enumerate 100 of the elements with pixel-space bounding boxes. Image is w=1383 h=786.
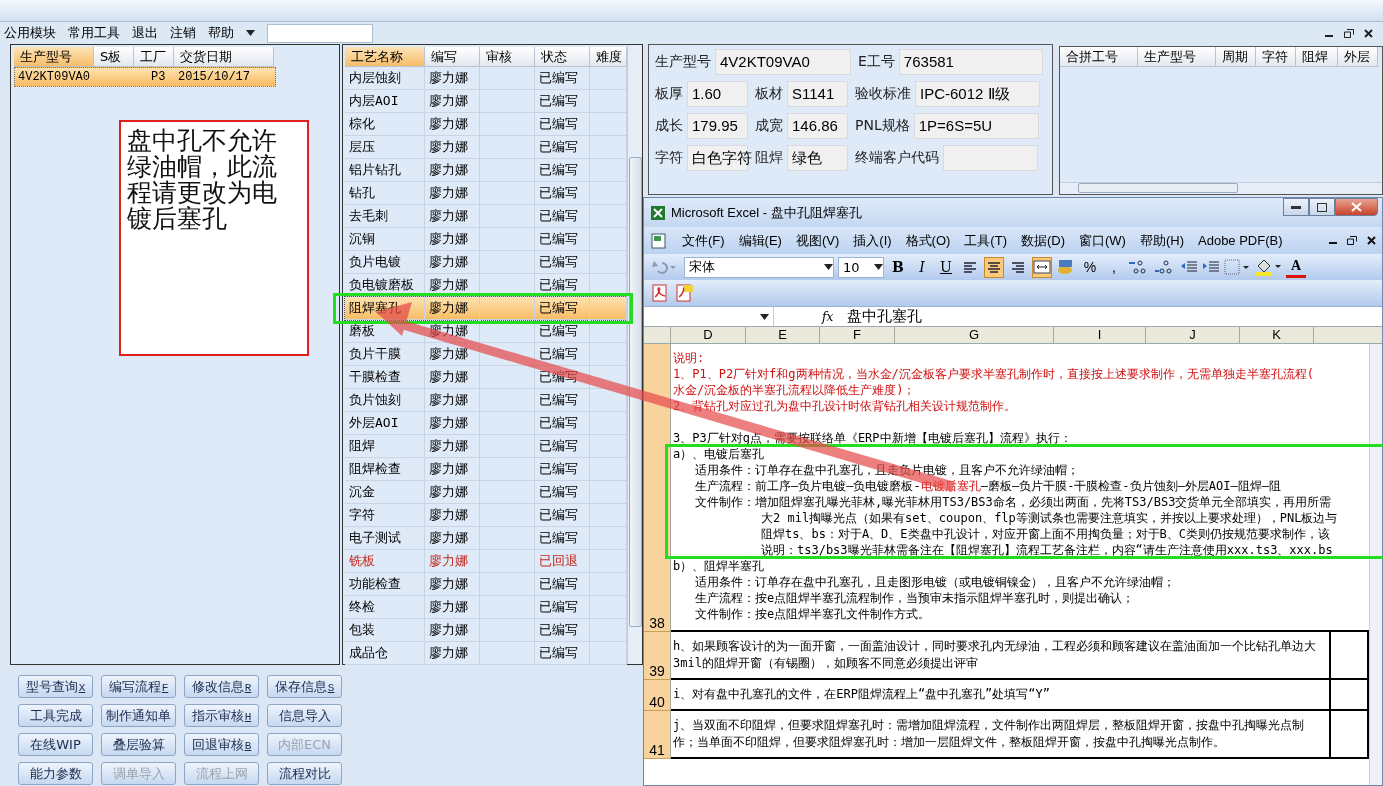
menu-item[interactable]: 公用模块: [4, 24, 56, 42]
process-row[interactable]: 铝片钻孔 廖力娜 已编写: [345, 159, 627, 182]
menu-item[interactable]: 常用工具: [68, 24, 120, 42]
column-header[interactable]: S板: [94, 47, 134, 67]
menu-item[interactable]: 格式(O): [905, 231, 951, 250]
row-header[interactable]: 39: [644, 632, 671, 680]
process-row[interactable]: 沉金 廖力娜 已编写: [345, 481, 627, 504]
menu-item[interactable]: Adobe PDF(B): [1198, 233, 1283, 248]
process-row[interactable]: 包装 廖力娜 已编写: [345, 619, 627, 642]
column-header[interactable]: K: [1240, 327, 1314, 343]
dropdown-caret-icon[interactable]: [246, 30, 255, 36]
column-header[interactable]: E: [746, 327, 820, 343]
pdf-review-icon[interactable]: [674, 284, 694, 302]
process-row[interactable]: 电子测试 廖力娜 已编写: [345, 527, 627, 550]
process-row[interactable]: 成品仓 廖力娜 已编写: [345, 642, 627, 665]
restore-icon[interactable]: [1344, 28, 1354, 38]
column-header[interactable]: 外层: [1338, 47, 1378, 67]
menu-item[interactable]: 视图(V): [795, 231, 840, 250]
action-button[interactable]: 保存信息S: [267, 675, 342, 698]
column-header[interactable]: 工厂: [134, 47, 174, 67]
process-row[interactable]: 内层AOI 廖力娜 已编写: [345, 90, 627, 113]
row-header[interactable]: 38: [644, 344, 671, 632]
caret-icon[interactable]: [824, 264, 833, 270]
column-header[interactable]: 交货日期: [174, 47, 274, 67]
process-row[interactable]: 阻焊检查 廖力娜 已编写: [345, 458, 627, 481]
column-header[interactable]: J: [1146, 327, 1240, 343]
action-button[interactable]: 工具完成: [18, 704, 93, 727]
column-header[interactable]: 生产型号: [14, 47, 94, 67]
process-row[interactable]: 负片电镀 廖力娜 已编写: [345, 251, 627, 274]
format-button[interactable]: U: [936, 256, 956, 278]
pdf-icon[interactable]: [650, 284, 670, 302]
order-row[interactable]: 4V2KT09VA0 P3 2015/10/17: [14, 67, 276, 87]
menu-item[interactable]: 工具(T): [964, 231, 1007, 250]
process-row[interactable]: 层压 廖力娜 已编写: [345, 136, 627, 159]
restore-icon[interactable]: [1347, 236, 1357, 245]
process-row[interactable]: 钻孔 廖力娜 已编写: [345, 182, 627, 205]
process-row[interactable]: 字符 廖力娜 已编写: [345, 504, 627, 527]
process-row[interactable]: 棕化 廖力娜 已编写: [345, 113, 627, 136]
column-header[interactable]: 难度: [590, 47, 627, 67]
action-button[interactable]: 在线WIP: [18, 733, 93, 756]
row-header[interactable]: 40: [644, 680, 671, 711]
close-icon[interactable]: [1367, 236, 1376, 245]
column-header[interactable]: 生产型号: [1138, 47, 1216, 67]
process-row[interactable]: 外层AOI 廖力娜 已编写: [345, 412, 627, 435]
input-field[interactable]: 4V2KT09VA0: [715, 49, 851, 75]
font-select[interactable]: 宋体: [684, 256, 834, 278]
action-button[interactable]: 流程对比: [267, 762, 342, 785]
font-color-button[interactable]: A: [1286, 256, 1306, 278]
align-button[interactable]: [984, 256, 1004, 278]
process-row[interactable]: 铣板 廖力娜 已回退: [345, 550, 627, 573]
maximize-button[interactable]: [1309, 198, 1335, 216]
column-header[interactable]: 合拼工号: [1060, 47, 1138, 67]
close-button[interactable]: [1335, 198, 1378, 216]
column-header[interactable]: 状态: [535, 47, 590, 67]
minimize-button[interactable]: [1283, 198, 1309, 216]
action-button[interactable]: 叠层验算: [101, 733, 176, 756]
action-button[interactable]: 能力参数: [18, 762, 93, 785]
input-field[interactable]: 1.60: [687, 81, 748, 107]
menu-item[interactable]: 插入(I): [853, 231, 892, 250]
input-field[interactable]: 179.95: [687, 113, 748, 139]
input-field[interactable]: [943, 145, 1038, 171]
column-header[interactable]: 工艺名称: [345, 47, 425, 67]
process-row[interactable]: 沉铜 廖力娜 已编写: [345, 228, 627, 251]
input-field[interactable]: 146.86: [787, 113, 848, 139]
menu-item[interactable]: 窗口(W): [1079, 231, 1126, 250]
column-header[interactable]: 审核: [480, 47, 535, 67]
merge-button[interactable]: [1032, 256, 1052, 278]
action-button[interactable]: 修改信息R: [184, 675, 259, 698]
format-button[interactable]: I: [912, 256, 932, 278]
size-select[interactable]: 10: [838, 256, 884, 278]
action-button[interactable]: 回退审核B: [184, 733, 259, 756]
action-button[interactable]: 信息导入: [267, 704, 342, 727]
row-header[interactable]: 41: [644, 711, 671, 759]
input-field[interactable]: 绿色: [787, 145, 848, 171]
outdent-icon[interactable]: [1180, 260, 1198, 274]
menu-item[interactable]: 帮助(H): [1139, 231, 1184, 250]
percent-button[interactable]: %: [1080, 256, 1100, 278]
caret-icon[interactable]: [874, 264, 883, 270]
formula-field[interactable]: 盘中孔塞孔: [847, 307, 923, 326]
process-row[interactable]: 终检 廖力娜 已编写: [345, 596, 627, 619]
process-row[interactable]: 去毛刺 廖力娜 已编写: [345, 205, 627, 228]
input-field[interactable]: 1P=6S=5U: [913, 113, 1039, 139]
format-button[interactable]: B: [888, 256, 908, 278]
indent-icon[interactable]: [1202, 260, 1220, 274]
menu-item[interactable]: 退出: [132, 24, 158, 42]
column-header[interactable]: 周期: [1216, 47, 1256, 67]
action-button[interactable]: 型号查询X: [18, 675, 93, 698]
column-header[interactable]: G: [895, 327, 1054, 343]
process-row[interactable]: 功能检查 廖力娜 已编写: [345, 573, 627, 596]
process-row[interactable]: 内层蚀刻 廖力娜 已编写: [345, 67, 627, 90]
column-header[interactable]: 字符: [1256, 47, 1296, 67]
input-field[interactable]: IPC-6012 Ⅱ级: [915, 81, 1040, 107]
column-header[interactable]: D: [671, 327, 746, 343]
column-header[interactable]: 阻焊: [1296, 47, 1338, 67]
action-button[interactable]: 制作通知单: [101, 704, 176, 727]
menu-item[interactable]: 编辑(E): [738, 231, 782, 250]
fill-color-icon[interactable]: [1254, 258, 1282, 276]
action-button[interactable]: 指示审核H: [184, 704, 259, 727]
comma-button[interactable]: ,: [1104, 256, 1124, 278]
menu-item[interactable]: 注销: [170, 24, 196, 42]
